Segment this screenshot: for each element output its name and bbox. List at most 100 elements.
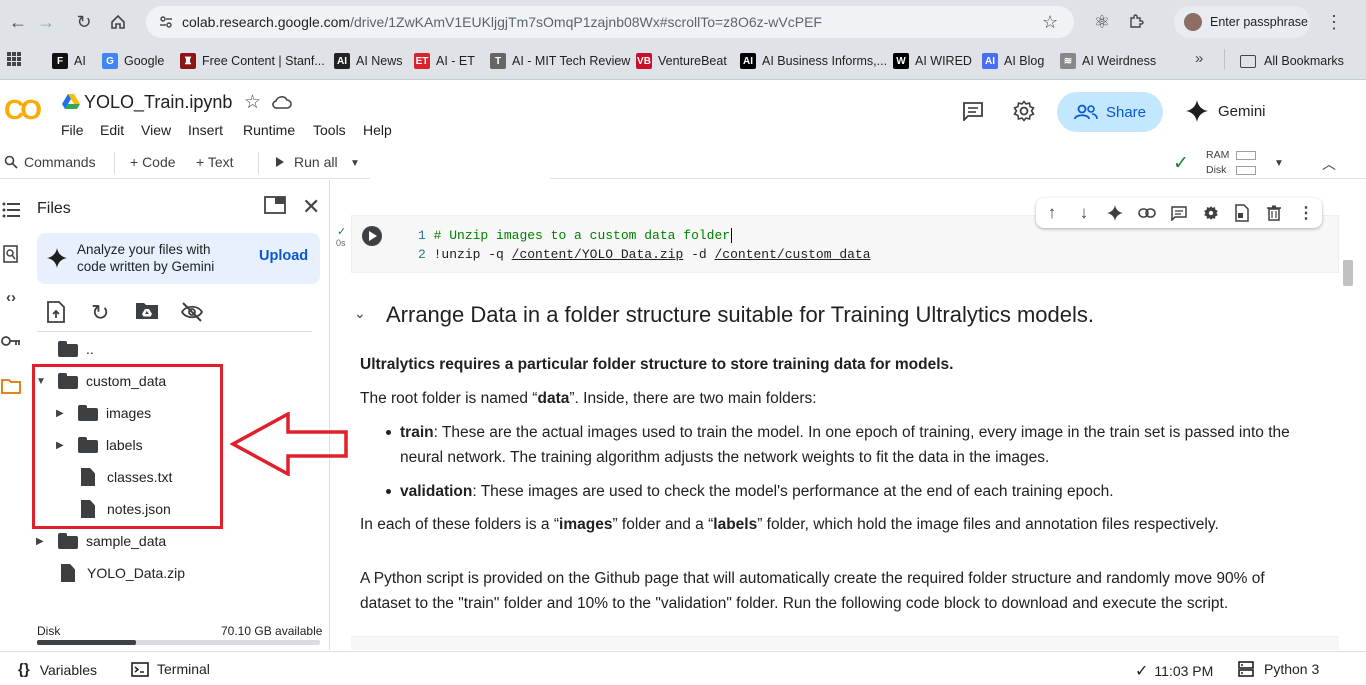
cell-settings-gear-icon[interactable] [1201,203,1221,223]
settings-gear-icon[interactable] [1013,100,1035,122]
variables-button[interactable]: {} Variables [18,661,97,678]
line-number: 2 [418,247,426,262]
bookmark-item[interactable]: ≋ AI Weirdness [1060,52,1156,70]
run-cell-button[interactable] [362,226,382,246]
bookmark-item[interactable]: AI AI News [334,52,403,70]
comments-icon[interactable] [962,101,984,121]
variables-label: Variables [39,661,98,678]
code-line-1[interactable]: 1 # Unzip images to a custom data folder [418,228,733,243]
move-cell-down-icon[interactable]: ↓ [1074,203,1094,223]
upload-file-icon[interactable] [47,301,65,323]
bookmark-item[interactable]: F AI [52,52,86,70]
add-text-button[interactable]: + Text [196,154,234,170]
delete-cell-icon[interactable] [1264,203,1284,223]
server-icon [1238,661,1254,677]
profile-button[interactable]: Enter passphrase [1174,6,1310,38]
avatar [1184,13,1202,31]
file-tree-item[interactable]: YOLO_Data.zip [36,561,185,585]
runtime-type[interactable]: Python 3 [1238,661,1319,677]
back-icon[interactable]: ← [6,10,30,34]
curly-braces-icon: {} [18,661,30,678]
collapse-section-icon[interactable]: ⌄ [354,305,366,322]
home-icon[interactable] [106,10,130,34]
site-info-icon[interactable] [158,14,174,30]
star-icon[interactable]: ☆ [244,91,261,114]
mirror-cell-icon[interactable] [1232,203,1252,223]
close-panel-icon[interactable]: ✕ [302,194,320,220]
link-icon[interactable] [1137,203,1157,223]
drive-icon [62,94,80,110]
all-bookmarks-button[interactable]: All Bookmarks [1240,52,1344,70]
text-span: ” folder, which hold the image files and… [757,516,1219,533]
runtime-dropdown-icon[interactable]: ▼ [1274,158,1284,169]
bookmark-star-icon[interactable]: ☆ [1042,12,1058,33]
cloud-saved-icon[interactable] [272,94,292,110]
menu-tools[interactable]: Tools [313,122,346,138]
refresh-icon[interactable]: ↻ [91,300,109,326]
gemini-sparkle-icon[interactable] [1105,203,1125,223]
bookmark-item[interactable]: VB VentureBeat [636,52,727,70]
text-span: : These images are used to check the mod… [472,483,1114,500]
collapse-header-icon[interactable]: ︿ [1322,154,1336,174]
commands-button[interactable]: Commands [4,154,96,170]
code-comment: # Unzip images to a custom data folder [433,228,731,243]
colab-logo[interactable]: CO [4,94,42,126]
menu-file[interactable]: File [61,122,84,138]
section-heading: Arrange Data in a folder structure suita… [386,302,1094,327]
bookmarks-more-button[interactable]: » [1195,50,1203,67]
code-snippets-icon[interactable]: ‹› [0,286,22,308]
bookmark-item[interactable]: AI AI Blog [982,52,1044,70]
open-in-tab-icon[interactable] [264,196,286,214]
terminal-button[interactable]: Terminal [131,661,210,677]
bookmark-item[interactable]: AI AI Business Informs,... [740,52,887,70]
url-path: /drive/1ZwKAmV1EUKljgjTm7sOmqP1zajnb08Wx… [350,14,822,30]
more-options-icon[interactable]: ⋮ [1296,203,1316,223]
address-bar[interactable]: colab.research.google.com/drive/1ZwKAmV1… [146,6,1074,38]
bookmark-item[interactable]: G Google [102,52,164,70]
menu-view[interactable]: View [141,122,171,138]
mount-drive-icon[interactable] [135,302,159,320]
menu-insert[interactable]: Insert [188,122,223,138]
apps-grid-icon[interactable] [6,51,22,67]
run-all-dropdown-icon[interactable]: ▼ [350,158,360,169]
next-code-cell[interactable] [351,636,1339,650]
code-line-2[interactable]: 2 !unzip -q /content/YOLO_Data.zip -d /c… [418,247,871,262]
comment-icon[interactable] [1169,203,1189,223]
browser-menu-icon[interactable]: ⋮ [1322,10,1346,34]
menu-runtime[interactable]: Runtime [243,122,295,138]
upload-button[interactable]: Upload [259,248,308,264]
menu-help[interactable]: Help [363,122,392,138]
bookmark-item[interactable]: W AI WIRED [893,52,972,70]
gemini-label: Gemini [1218,102,1266,120]
secrets-key-icon[interactable] [0,330,22,352]
reload-icon[interactable]: ↻ [72,10,96,34]
extensions-puzzle-icon[interactable] [1124,10,1148,34]
forward-icon[interactable]: → [34,10,58,34]
files-folder-icon[interactable] [0,375,22,397]
extension-icon[interactable]: ⚛ [1090,10,1114,34]
file-tree-label: .. [86,341,94,357]
execution-status[interactable]: ✓ 11:03 PM [1135,661,1213,681]
bookmark-item[interactable]: ♜ Free Content | Stanf... [180,52,325,70]
expand-right-icon[interactable]: ▶ [36,536,50,547]
run-all-label: Run all [294,154,338,170]
add-code-button[interactable]: + Code [130,154,176,170]
share-button[interactable]: Share [1057,92,1163,132]
scrollbar-thumb[interactable] [1343,260,1353,286]
file-tree-item[interactable]: .. [36,337,94,361]
notebook-title[interactable]: YOLO_Train.ipynb [84,92,232,113]
bookmark-item[interactable]: T AI - MIT Tech Review [490,52,630,70]
run-all-button[interactable]: Run all [276,154,338,170]
find-replace-icon[interactable] [0,243,22,265]
menu-edit[interactable]: Edit [100,122,124,138]
gemini-button[interactable]: Gemini [1186,100,1266,122]
bookmark-item[interactable]: ET AI - ET [414,52,475,70]
resource-monitor[interactable]: RAM Disk [1206,148,1256,178]
terminal-label: Terminal [157,661,210,677]
bookmark-label: Free Content | Stanf... [202,54,325,68]
table-of-contents-icon[interactable] [0,199,22,221]
file-tree-item[interactable]: ▶ sample_data [36,529,166,553]
move-cell-up-icon[interactable]: ↑ [1042,203,1062,223]
bookmark-label: AI News [356,54,403,68]
hide-files-eye-off-icon[interactable] [180,301,204,323]
